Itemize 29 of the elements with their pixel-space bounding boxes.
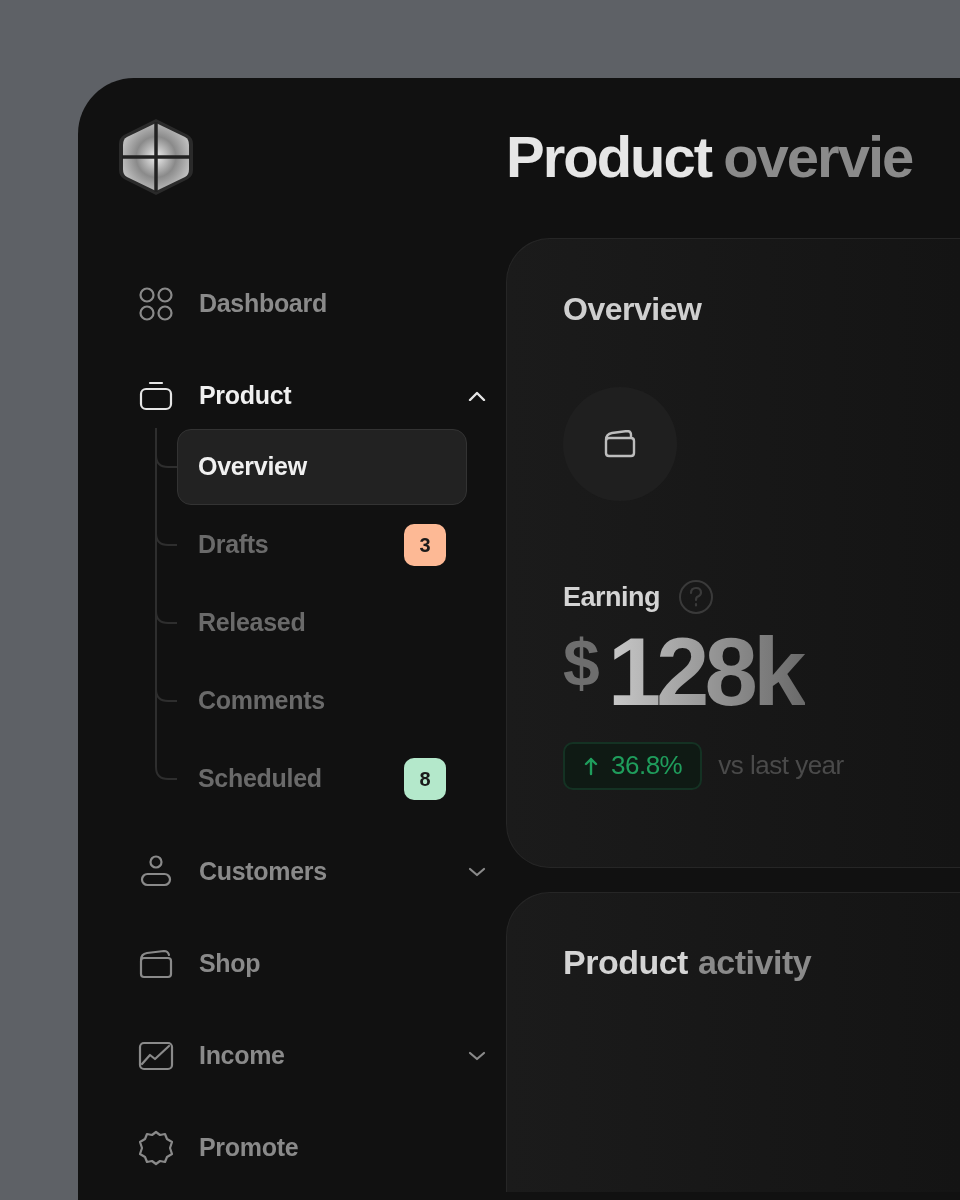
metric-label: Earning: [563, 581, 660, 614]
nav-item[interactable]: Product: [199, 377, 443, 415]
arrow-up-icon: [583, 755, 599, 776]
chevron-down-icon[interactable]: [468, 867, 486, 877]
sub-nav-item[interactable]: Drafts 3: [177, 507, 467, 583]
count-badge: 3: [404, 524, 446, 566]
wallet-icon: [603, 430, 637, 458]
page-title: Product: [506, 128, 712, 186]
grid-circles-icon: [138, 286, 174, 322]
count-badge: 8: [404, 758, 446, 800]
card-title: Product: [563, 942, 688, 983]
nav-item[interactable]: Shop: [199, 945, 486, 983]
currency-symbol: $: [563, 629, 600, 696]
chevron-up-icon[interactable]: [468, 391, 486, 401]
nav-item[interactable]: Promote: [199, 1129, 486, 1167]
seal-icon: [138, 1130, 174, 1166]
card-title-continuation: activity: [697, 942, 812, 983]
sub-nav-item[interactable]: Released: [177, 585, 467, 661]
chevron-down-icon[interactable]: [468, 1051, 486, 1061]
sub-nav-item[interactable]: Comments: [177, 663, 467, 739]
sub-nav-item[interactable]: Scheduled 8: [177, 741, 467, 817]
sub-nav-item[interactable]: Overview: [177, 429, 467, 505]
nav-item[interactable]: Income: [199, 1037, 443, 1075]
card-title: Overview: [563, 290, 703, 329]
nav-item[interactable]: Dashboard: [199, 285, 486, 323]
change-value: 36.8%: [611, 749, 683, 782]
nav-item[interactable]: Customers: [199, 853, 443, 891]
logo-icon: [118, 118, 194, 196]
page-title-continuation: overvie: [723, 128, 913, 186]
